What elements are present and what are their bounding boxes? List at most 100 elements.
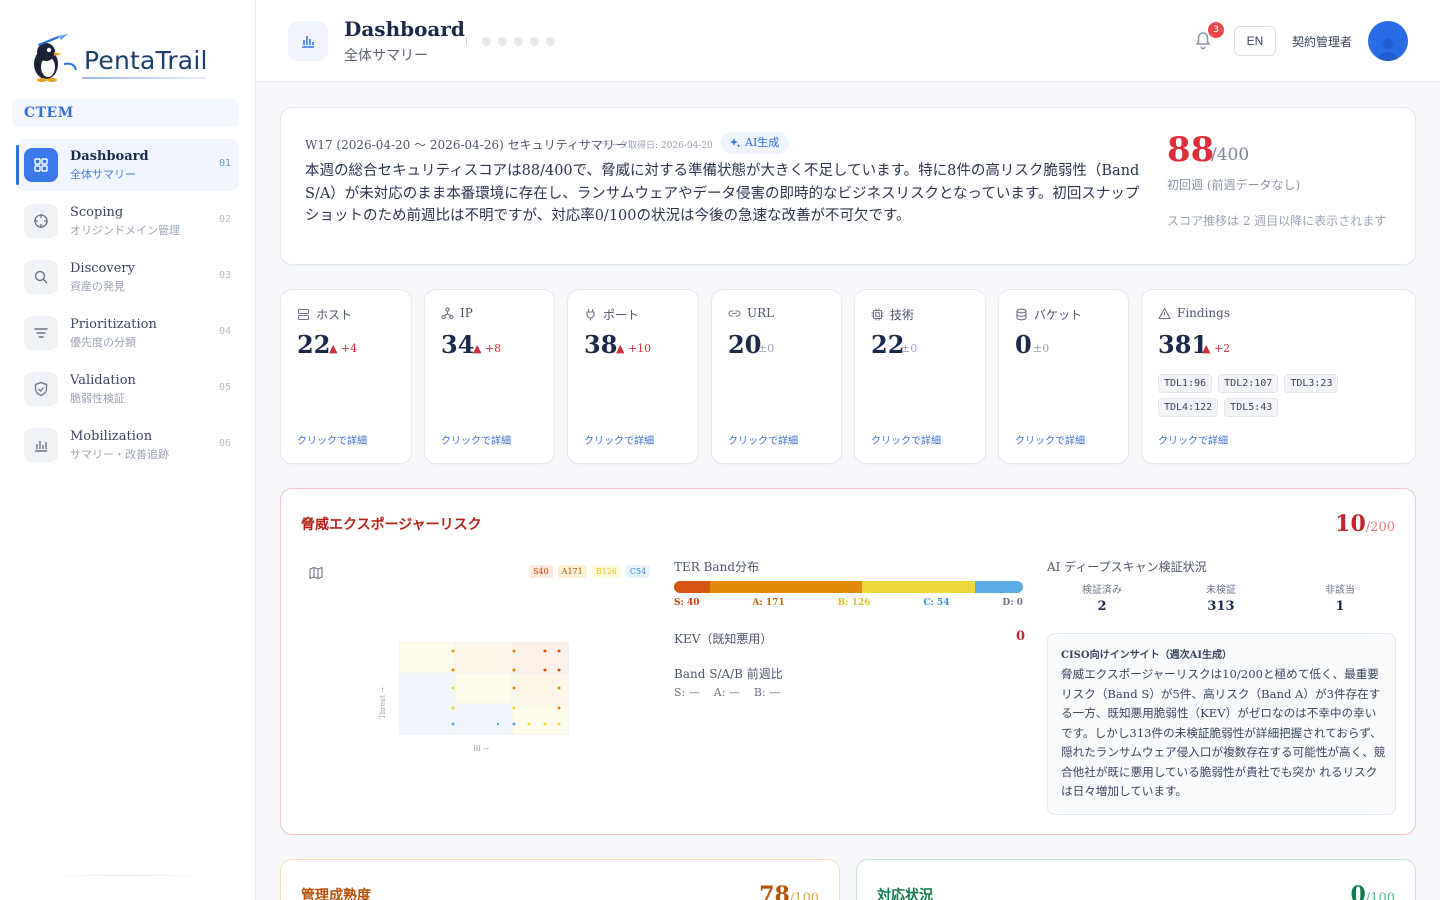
deep-scan-not-applicable: 非該当 1	[1285, 581, 1395, 614]
sidebar-item-discovery[interactable]: Discovery 資産の発見 03	[16, 251, 239, 303]
ai-generated-badge: AI生成	[721, 132, 790, 154]
user-icon	[1378, 39, 1398, 61]
maturity-score-max: /100	[789, 891, 819, 900]
sidebar-item-prioritization[interactable]: Prioritization 優先度の分類 04	[16, 307, 239, 359]
threat-exposure-risk-card: 脅威エクスポージャーリスク 10/200 S40 A171 B126 C54 T…	[280, 488, 1416, 835]
ter-label-s: S: 40	[674, 598, 700, 608]
risk-title: 脅威エクスポージャーリスク	[301, 517, 482, 533]
detail-link[interactable]: クリックで詳細	[1158, 432, 1228, 447]
summary-text: 本週の総合セキュリティスコアは88/400で、脅威に対する準備状態が大きく不足し…	[305, 163, 1140, 224]
metric-delta: ▲ +2	[1202, 342, 1231, 355]
response-title: 対応状況	[877, 888, 933, 900]
top-header: Dashboard 全体サマリー 3 EN 契約管理者	[256, 0, 1440, 82]
detail-link[interactable]: クリックで詳細	[584, 432, 654, 447]
metric-delta: ±0	[901, 342, 918, 355]
risk-score-max: /200	[1365, 520, 1395, 535]
legend-item-s: S40	[529, 565, 553, 578]
crosshair-icon	[24, 204, 58, 238]
ter-segment-b	[862, 581, 975, 593]
metric-card-ports[interactable]: ポート 38 ▲ +10 クリックで詳細	[567, 289, 699, 464]
sidebar-divider	[48, 875, 208, 876]
band-comparison-title: Band S/A/B 前週比	[674, 667, 783, 681]
sidebar-item-number: 01	[218, 158, 231, 169]
deep-scan-unverified: 未検証 313	[1166, 581, 1276, 614]
ai-badge-label: AI生成	[745, 136, 780, 149]
sidebar-item-subtitle: 脆弱性検証	[70, 392, 125, 405]
sidebar-item-subtitle: 優先度の分類	[70, 336, 136, 349]
ter-label-c: C: 54	[923, 598, 950, 608]
brand-logo[interactable]: PentaTrail	[28, 34, 218, 84]
metric-label: IP	[441, 306, 473, 320]
sidebar-item-title: Mobilization	[70, 429, 153, 444]
ter-segment-s	[674, 581, 710, 593]
detail-link[interactable]: クリックで詳細	[871, 432, 941, 447]
ter-band-bar	[674, 581, 1023, 593]
sidebar-item-subtitle: サマリー・改善追跡	[70, 448, 169, 461]
band-legend: S40 A171 B126 C54	[529, 565, 651, 578]
brand-underline	[82, 77, 206, 79]
metric-delta: ±0	[1033, 342, 1050, 355]
sidebar-item-dashboard[interactable]: Dashboard 全体サマリー 01	[16, 139, 239, 191]
sidebar-item-validation[interactable]: Validation 脆弱性検証 05	[16, 363, 239, 415]
metric-value: 38	[584, 330, 618, 359]
band-s-change: S: —	[674, 686, 700, 699]
sidebar-item-title: Validation	[70, 373, 136, 388]
metric-card-tech[interactable]: 技術 22 ±0 クリックで詳細	[854, 289, 986, 464]
response-score-value: 0	[1350, 882, 1366, 900]
score-note: 初回週 (前週データなし)	[1167, 178, 1301, 192]
score-trend-note: スコア推移は 2 週目以降に表示されます	[1167, 214, 1387, 228]
risk-score-value: 10	[1335, 511, 1366, 537]
sidebar-item-mobilization[interactable]: Mobilization サマリー・改善追跡 06	[16, 419, 239, 471]
sidebar-item-title: Scoping	[70, 205, 124, 220]
metric-card-url[interactable]: URL 20 ±0 クリックで詳細	[711, 289, 842, 464]
heatmap-y-label: Threat →	[378, 687, 387, 719]
metric-label-text: ホスト	[316, 308, 353, 322]
deep-scan-verified: 検証済み 2	[1047, 581, 1157, 614]
metric-label-text: Findings	[1177, 306, 1230, 320]
metric-value: 34	[441, 330, 475, 359]
management-maturity-card[interactable]: 管理成熟度 78/100	[280, 859, 840, 900]
metric-value: 22	[871, 330, 905, 359]
deep-scan-title: AI ディープスキャン検証状況	[1047, 560, 1207, 574]
sidebar-item-number: 03	[218, 270, 231, 281]
detail-link[interactable]: クリックで詳細	[728, 432, 798, 447]
band-a-change: A: —	[713, 686, 740, 699]
shield-check-icon	[24, 372, 58, 406]
metric-card-ip[interactable]: IP 34 ▲ +8 クリックで詳細	[424, 289, 555, 464]
ter-band-labels: S: 40 A: 171 B: 126 C: 54 D: 0	[674, 598, 1023, 608]
data-date: データ取得日: 2026-04-20	[601, 141, 713, 151]
response-score-max: /100	[1365, 891, 1395, 900]
metric-card-findings[interactable]: Findings 381 ▲ +2 TDL1:96 TDL2:107 TDL3:…	[1141, 289, 1416, 464]
legend-item-a: A171	[557, 565, 587, 578]
metric-card-hosts[interactable]: ホスト 22 ▲ +4 クリックで詳細	[280, 289, 412, 464]
map-icon[interactable]	[309, 565, 323, 584]
avatar[interactable]	[1368, 21, 1408, 61]
tdl-chip-group: TDL1:96 TDL2:107 TDL3:23 TDL4:122 TDL5:4…	[1158, 374, 1348, 417]
ter-label-d: D: 0	[1002, 598, 1023, 608]
kev-label: KEV（既知悪用）	[674, 632, 773, 646]
detail-link[interactable]: クリックで詳細	[297, 432, 367, 447]
legend-item-c: C54	[625, 565, 651, 578]
response-status-card[interactable]: 対応状況 0/100	[856, 859, 1416, 900]
detail-link[interactable]: クリックで詳細	[441, 432, 511, 447]
user-name[interactable]: 契約管理者	[1292, 33, 1352, 50]
sidebar-item-scoping[interactable]: Scoping オリジンドメイン管理 02	[16, 195, 239, 247]
deep-scan-label: 未検証	[1206, 585, 1236, 596]
metric-label: Findings	[1158, 306, 1230, 320]
deep-scan-label: 検証済み	[1082, 585, 1122, 596]
maturity-score-value: 78	[759, 882, 790, 900]
metric-label-text: ポート	[603, 308, 640, 322]
filter-icon	[24, 316, 58, 350]
detail-link[interactable]: クリックで詳細	[1015, 432, 1085, 447]
tdl-chip: TDL3:23	[1284, 374, 1339, 393]
bar-chart-icon	[288, 21, 328, 61]
maturity-title: 管理成熟度	[301, 888, 371, 900]
network-icon	[441, 306, 454, 319]
metric-value: 0	[1015, 330, 1032, 359]
metric-card-buckets[interactable]: バケット 0 ±0 クリックで詳細	[998, 289, 1129, 464]
total-score: 88	[1167, 130, 1215, 170]
tdl-chip: TDL2:107	[1218, 374, 1279, 393]
heatmap-x-label: BI →	[473, 745, 489, 753]
language-toggle-button[interactable]: EN	[1234, 26, 1276, 56]
metric-delta: ▲ +10	[616, 342, 652, 355]
